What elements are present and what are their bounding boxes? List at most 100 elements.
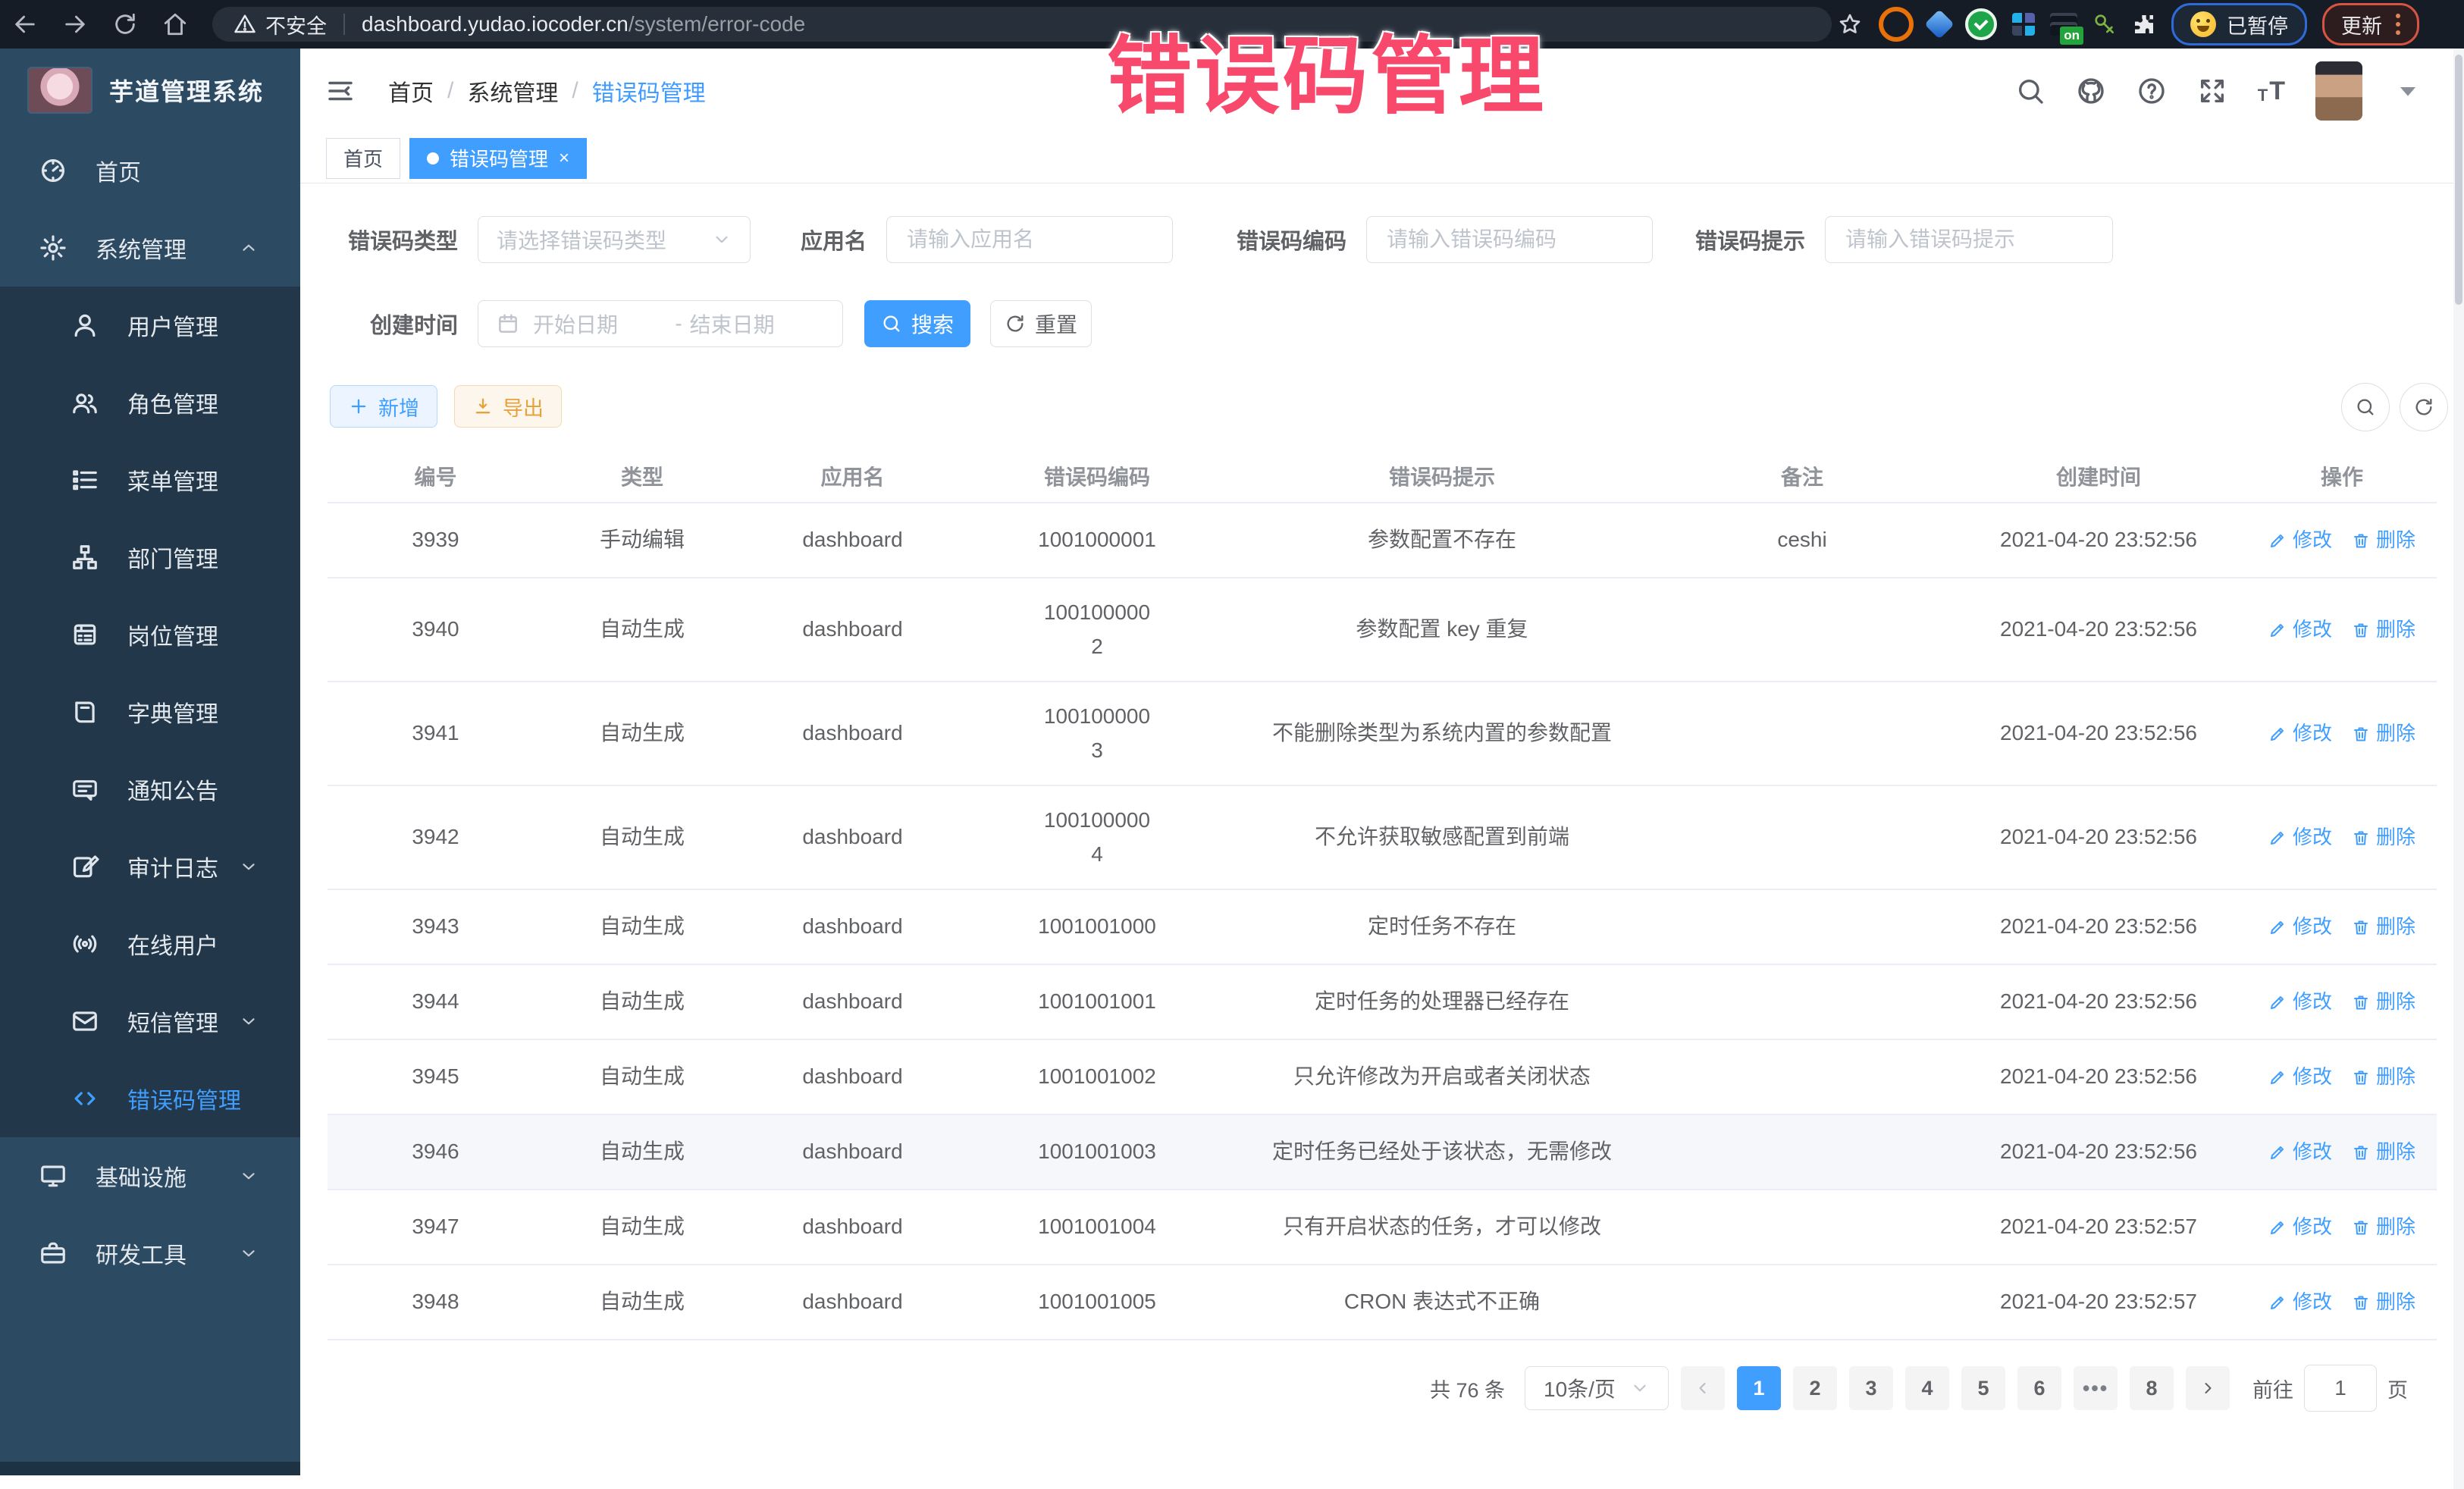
app-name-input-box[interactable] (886, 216, 1173, 263)
extension-green-check-icon[interactable] (1965, 8, 1997, 40)
sidebar-item-home[interactable]: 首页 (0, 132, 300, 209)
page-button-5[interactable]: 5 (1961, 1366, 2005, 1410)
edit-link[interactable]: 修改 (2268, 1287, 2332, 1318)
page-button-1[interactable]: 1 (1737, 1366, 1781, 1410)
tab-home[interactable]: 首页 (326, 138, 400, 179)
edit-link[interactable]: 修改 (2268, 718, 2332, 750)
page-button-6[interactable]: 6 (2017, 1366, 2061, 1410)
github-icon[interactable] (2076, 76, 2106, 106)
page-button-8[interactable]: 8 (2130, 1366, 2174, 1410)
page-ellipsis[interactable]: ••• (2074, 1366, 2118, 1410)
page-button-3[interactable]: 3 (1849, 1366, 1893, 1410)
sidebar-item-devtools[interactable]: 研发工具 (0, 1215, 300, 1292)
browser-reload-icon[interactable] (100, 11, 150, 37)
delete-link[interactable]: 删除 (2352, 718, 2415, 750)
page-button-2[interactable]: 2 (1793, 1366, 1837, 1410)
delete-link[interactable]: 删除 (2352, 614, 2415, 646)
sidebar-item-user[interactable]: 用户管理 (0, 287, 300, 364)
address-bar[interactable]: 不安全 dashboard.yudao.iocoder.cn/system/er… (212, 7, 1832, 42)
delete-link[interactable]: 删除 (2352, 911, 2415, 943)
delete-link[interactable]: 删除 (2352, 1212, 2415, 1243)
browser-forward-icon[interactable] (50, 11, 100, 37)
delete-link[interactable]: 删除 (2352, 822, 2415, 854)
sidebar-item-role[interactable]: 角色管理 (0, 364, 300, 441)
avatar-caret-icon[interactable] (2393, 76, 2423, 106)
table-row[interactable]: 3947自动生成dashboard1001001004只有开启状态的任务，才可以… (328, 1190, 2437, 1265)
user-avatar[interactable] (2315, 61, 2362, 121)
delete-link[interactable]: 删除 (2352, 986, 2415, 1018)
breadcrumb-system[interactable]: 系统管理 (467, 74, 558, 108)
table-row[interactable]: 3948自动生成dashboard1001001005CRON 表达式不正确20… (328, 1265, 2437, 1340)
search-button[interactable]: 搜索 (864, 300, 970, 347)
sidebar-item-notice[interactable]: 通知公告 (0, 751, 300, 828)
reset-button[interactable]: 重置 (990, 300, 1092, 347)
sidebar-item-sms[interactable]: 短信管理 (0, 983, 300, 1060)
delete-link[interactable]: 删除 (2352, 1061, 2415, 1093)
browser-update-button[interactable]: 更新 (2322, 3, 2419, 45)
extension-key-icon[interactable] (2093, 12, 2117, 36)
browser-menu-icon[interactable] (2396, 14, 2400, 35)
add-button[interactable]: 新增 (330, 385, 437, 428)
browser-home-icon[interactable] (150, 11, 200, 37)
export-button[interactable]: 导出 (454, 385, 562, 428)
jump-page-input[interactable] (2323, 1375, 2358, 1401)
sidebar-item-dept[interactable]: 部门管理 (0, 519, 300, 596)
sidebar-item-audit-log[interactable]: 审计日志 (0, 828, 300, 905)
error-msg-input[interactable] (1844, 227, 2094, 252)
fullscreen-icon[interactable] (2197, 76, 2227, 106)
scrollbar[interactable] (2453, 49, 2464, 1489)
page-size-select[interactable]: 10条/页 (1525, 1366, 1669, 1410)
date-range-picker[interactable]: 开始日期 - 结束日期 (478, 300, 843, 347)
help-icon[interactable] (2136, 76, 2167, 106)
extension-grid-icon[interactable] (2012, 13, 2035, 36)
table-row[interactable]: 3945自动生成dashboard1001001002只允许修改为开启或者关闭状… (328, 1040, 2437, 1115)
search-icon[interactable] (2015, 76, 2045, 106)
jump-input-box[interactable] (2304, 1365, 2377, 1412)
page-button-4[interactable]: 4 (1905, 1366, 1949, 1410)
breadcrumb-home[interactable]: 首页 (388, 74, 434, 108)
edit-link[interactable]: 修改 (2268, 1136, 2332, 1168)
edit-link[interactable]: 修改 (2268, 911, 2332, 943)
font-size-icon[interactable]: TT (2258, 78, 2285, 104)
sidebar-item-post[interactable]: 岗位管理 (0, 596, 300, 673)
prev-page-button[interactable] (1681, 1366, 1725, 1410)
table-row[interactable]: 3946自动生成dashboard1001001003定时任务已经处于该状态，无… (328, 1115, 2437, 1190)
edit-link[interactable]: 修改 (2268, 986, 2332, 1018)
hamburger-icon[interactable] (324, 75, 356, 107)
table-row[interactable]: 3944自动生成dashboard1001001001定时任务的处理器已经存在2… (328, 965, 2437, 1040)
refresh-table-button[interactable] (2400, 383, 2448, 431)
scrollbar-thumb[interactable] (2455, 55, 2462, 305)
sidebar-item-system[interactable]: 系统管理 (0, 209, 300, 287)
edit-link[interactable]: 修改 (2268, 614, 2332, 646)
extension-list-icon[interactable]: on (2050, 13, 2077, 36)
table-row[interactable]: 3941自动生成dashboard100100000 3不能删除类型为系统内置的… (328, 682, 2437, 786)
app-logo-row[interactable]: 芋道管理系统 (0, 49, 300, 132)
delete-link[interactable]: 删除 (2352, 1287, 2415, 1318)
table-row[interactable]: 3943自动生成dashboard1001001000定时任务不存在2021-0… (328, 890, 2437, 965)
next-page-button[interactable] (2186, 1366, 2230, 1410)
app-name-input[interactable] (905, 227, 1154, 252)
table-row[interactable]: 3940自动生成dashboard100100000 2参数配置 key 重复2… (328, 578, 2437, 682)
error-type-select[interactable]: 请选择错误码类型 (478, 216, 751, 263)
edit-link[interactable]: 修改 (2268, 1061, 2332, 1093)
bookmark-star-icon[interactable] (1838, 12, 1862, 36)
sidebar-item-error-code[interactable]: 错误码管理 (0, 1060, 300, 1137)
extension-gem-icon[interactable] (1924, 9, 1955, 39)
profile-paused-chip[interactable]: 已暂停 (2171, 3, 2307, 45)
show-search-toggle-button[interactable] (2341, 383, 2390, 431)
error-code-input[interactable] (1385, 227, 1634, 252)
edit-link[interactable]: 修改 (2268, 1212, 2332, 1243)
table-row[interactable]: 3942自动生成dashboard100100000 4不允许获取敏感配置到前端… (328, 786, 2437, 890)
error-code-input-box[interactable] (1366, 216, 1653, 263)
error-msg-input-box[interactable] (1825, 216, 2113, 263)
edit-link[interactable]: 修改 (2268, 525, 2332, 556)
table-row[interactable]: 3939手动编辑dashboard1001000001参数配置不存在ceshi2… (328, 503, 2437, 578)
tab-error-code[interactable]: 错误码管理 × (409, 138, 587, 179)
sidebar-item-online-user[interactable]: 在线用户 (0, 905, 300, 983)
edit-link[interactable]: 修改 (2268, 822, 2332, 854)
close-tab-icon[interactable]: × (559, 149, 569, 168)
browser-back-icon[interactable] (0, 11, 50, 37)
sidebar-item-menu[interactable]: 菜单管理 (0, 441, 300, 519)
sidebar-item-dict[interactable]: 字典管理 (0, 673, 300, 751)
extension-orange-icon[interactable] (1879, 7, 1914, 42)
